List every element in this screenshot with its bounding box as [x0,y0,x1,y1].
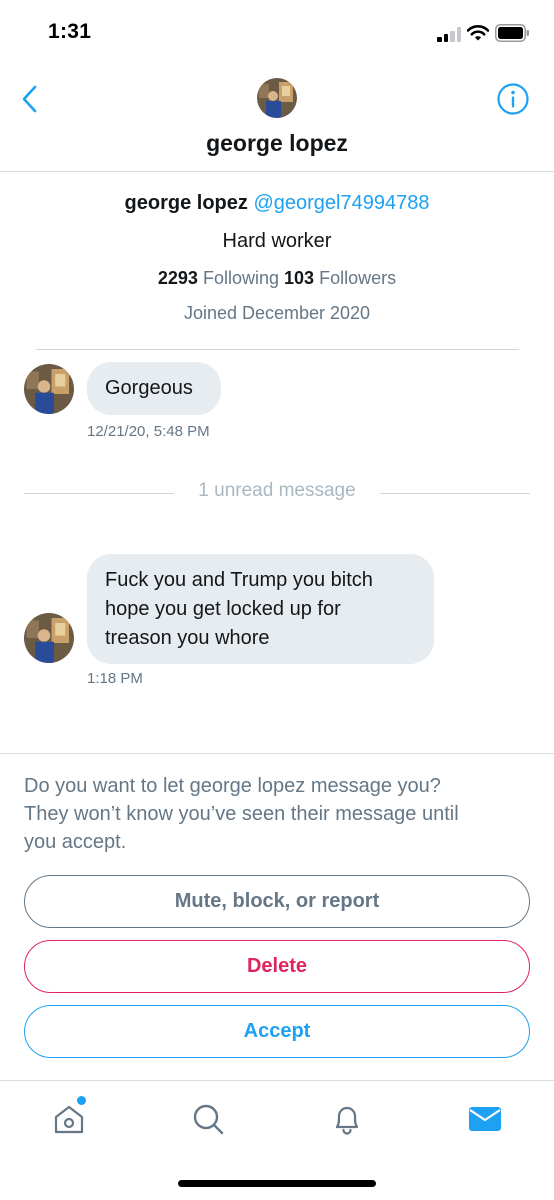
message-bubble[interactable]: Fuck you and Trump you bitch hope you ge… [87,554,434,664]
following-label: Following [202,268,279,288]
profile-name-line: george lopez @georgel74994788 [0,192,554,215]
tab-messages[interactable] [465,1099,505,1139]
following-count: 2293 [157,268,198,288]
message-timestamp: 12/21/20, 5:48 PM [87,423,210,440]
divider [36,349,519,350]
unread-divider: 1 unread message [24,480,530,504]
followers-stat[interactable]: 103 Followers [284,268,396,288]
message-timestamp: 1:18 PM [87,670,143,687]
sender-avatar[interactable] [24,613,74,663]
avatar-image [257,78,297,118]
status-bar: 1:31 [0,0,554,62]
profile-bio: Hard worker [222,230,332,252]
message-text: Gorgeous [105,377,193,399]
conversation-header: george lopez [0,62,554,172]
prompt-line: They won’t know you’ve seen their messag… [24,803,459,825]
chevron-left-icon [22,85,37,113]
avatar-image [24,364,74,414]
notification-dot [77,1096,86,1105]
cellular-signal-icon [437,26,463,42]
message-text-line: Fuck you and Trump you bitch [105,569,373,591]
mail-icon [469,1107,501,1131]
accept-button[interactable]: Accept [24,1005,530,1058]
followers-count: 103 [284,268,315,288]
header-title: george lopez [206,130,348,156]
profile-name: george lopez [124,192,248,214]
tab-search[interactable] [188,1099,228,1139]
search-icon [193,1104,224,1135]
battery-icon [495,24,529,42]
profile-joined-date: Joined December 2020 [183,303,371,323]
prompt-line: Do you want to let george lopez message … [24,775,441,797]
divider-line [380,493,530,494]
sender-avatar[interactable] [24,364,74,414]
header-avatar[interactable] [257,78,297,118]
tab-notifications[interactable] [327,1099,367,1139]
prompt-line: you accept. [24,831,127,853]
bell-icon [335,1106,359,1135]
home-icon [54,1105,84,1134]
followers-label: Followers [319,268,397,288]
message-request-prompt: Do you want to let george lopez message … [24,772,534,856]
unread-label: 1 unread message [198,480,356,501]
home-indicator[interactable] [178,1180,376,1187]
profile-stats: 2293 Following 103 Followers [0,268,554,289]
message-bubble[interactable]: Gorgeous [87,362,221,415]
avatar-image [24,613,74,663]
back-button[interactable] [14,82,44,116]
info-icon [497,83,529,115]
status-time: 1:31 [48,20,92,43]
info-button[interactable] [496,82,530,116]
following-stat[interactable]: 2293 Following [158,268,279,288]
profile-handle[interactable]: @georgel74994788 [253,192,429,214]
divider [0,753,554,754]
message-text-line: treason you whore [105,627,270,649]
tab-home[interactable] [49,1099,89,1139]
wifi-icon [467,25,489,41]
mute-block-report-button[interactable]: Mute, block, or report [24,875,530,928]
delete-button[interactable]: Delete [24,940,530,993]
message-text-line: hope you get locked up for [105,598,341,620]
